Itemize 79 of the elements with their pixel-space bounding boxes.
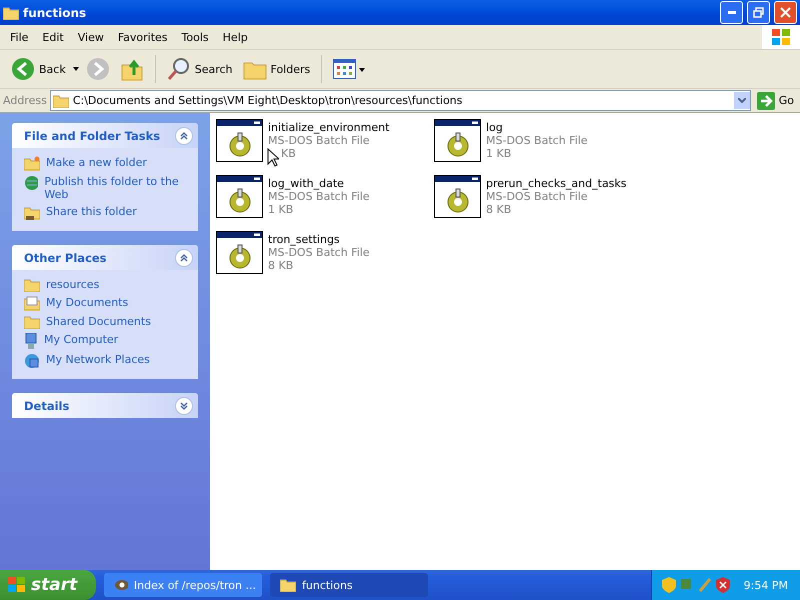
menu-item[interactable]: Edit (35, 30, 71, 44)
task-link[interactable]: My Computer (24, 333, 190, 349)
task-link[interactable]: Share this folder (24, 205, 190, 221)
batch-file-icon (216, 231, 264, 275)
minimize-icon (728, 11, 736, 14)
task-link[interactable]: Make a new folder (24, 156, 190, 171)
chevron-icon (180, 132, 188, 140)
dropdown-button[interactable] (734, 92, 750, 109)
file-name[interactable]: log_with_date (268, 177, 370, 190)
expand-button[interactable] (175, 396, 193, 414)
go-button[interactable]: Go (754, 90, 797, 112)
file-name[interactable]: prerun_checks_and_tasks (486, 177, 627, 190)
address-label: Address (3, 94, 47, 107)
go-arrow-icon (756, 92, 775, 110)
file-type: MS-DOS Batch File (268, 134, 370, 147)
file-name[interactable]: initialize_environment (268, 121, 390, 134)
restore-button[interactable] (747, 1, 770, 24)
file-type: MS-DOS Batch File (268, 190, 370, 203)
batch-file-icon (434, 119, 482, 163)
panel-title: Details (24, 398, 70, 412)
batch-file-icon (216, 175, 264, 219)
task-link[interactable]: My Documents (24, 296, 190, 311)
chevron-icon (180, 254, 188, 262)
collapse-button[interactable] (175, 126, 193, 144)
minimize-button[interactable] (720, 1, 743, 24)
windows-logo (762, 25, 800, 49)
computer-icon (24, 333, 38, 349)
menu-item[interactable]: Tools (174, 30, 216, 44)
caret-icon[interactable] (72, 67, 79, 71)
folder-icon (3, 6, 19, 20)
batch-file-icon (216, 119, 264, 163)
file-name[interactable]: tron_settings (268, 233, 370, 246)
file-type: MS-DOS Batch File (486, 134, 588, 147)
documents-folder-icon (24, 296, 40, 311)
close-icon (780, 7, 791, 18)
search-icon (166, 57, 191, 81)
panel-title: Other Places (24, 250, 108, 264)
task-link[interactable]: My Network Places (24, 353, 190, 369)
chevron-icon (180, 402, 188, 410)
file-size: 1 KB (268, 203, 294, 216)
file-name[interactable]: log (486, 121, 588, 134)
file-type: MS-DOS Batch File (268, 246, 370, 259)
task-link[interactable]: Shared Documents (24, 315, 190, 329)
folders-button[interactable]: Folders (240, 56, 314, 82)
folder-icon (24, 156, 40, 171)
panel-title: File and Folder Tasks (24, 128, 162, 142)
menu-item[interactable]: Help (216, 30, 255, 44)
file-size: 1 KB (486, 147, 512, 160)
alert-shield-icon[interactable] (716, 577, 730, 593)
shared-folder-icon (24, 205, 40, 221)
globe-icon (24, 175, 38, 191)
task-link[interactable]: Publish this folder to the Web (24, 175, 190, 201)
clock: 9:54 PM (744, 578, 788, 592)
task-link[interactable]: resources (24, 278, 190, 292)
menu-item[interactable]: View (70, 30, 111, 44)
chevron-icon (738, 98, 746, 103)
file-size: 8 KB (486, 203, 512, 216)
file-size: 8 KB (268, 259, 294, 272)
menu-item[interactable]: Favorites (110, 30, 175, 44)
windows-logo (8, 577, 26, 593)
search-button[interactable]: Search (164, 55, 236, 83)
start-button[interactable]: start (0, 570, 96, 600)
batch-file-icon (434, 175, 482, 219)
taskbar-button[interactable]: Index of /repos/tron ... (104, 573, 262, 597)
file-size: KB (281, 147, 296, 160)
window-title: functions (23, 6, 88, 20)
folder-icon (24, 315, 40, 329)
back-button[interactable]: Back (8, 55, 69, 83)
menu-item[interactable]: File (3, 30, 36, 44)
address-field[interactable]: C:\Documents and Settings\VM Eight\Desktop\tron\resources\functions (50, 90, 751, 111)
file-type: MS-DOS Batch File (486, 190, 588, 203)
browser-icon (114, 578, 128, 592)
collapse-button[interactable] (175, 248, 193, 266)
restore-icon (753, 7, 764, 18)
close-button[interactable] (774, 1, 797, 24)
folder-icon (280, 578, 296, 592)
folder-icon (24, 278, 40, 292)
folder-icon (52, 94, 69, 108)
taskbar-button[interactable]: functions (270, 573, 428, 597)
